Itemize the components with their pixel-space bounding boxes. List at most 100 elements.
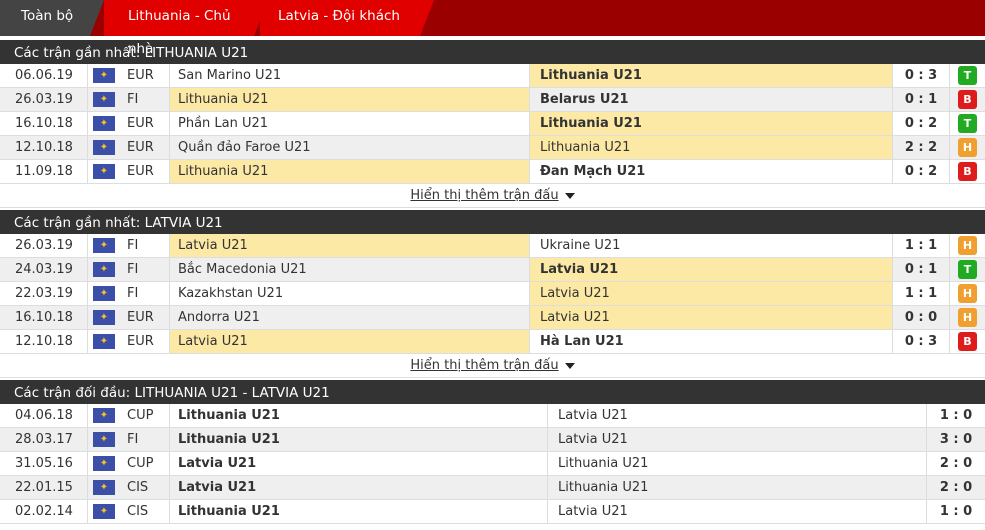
score[interactable]: 0 : 3: [893, 330, 950, 353]
home-team[interactable]: Lithuania U21: [170, 88, 530, 111]
competition[interactable]: EUR: [120, 64, 170, 87]
world-map-icon: ✦: [93, 334, 115, 349]
competition[interactable]: EUR: [120, 136, 170, 159]
away-team[interactable]: Latvia U21: [548, 500, 927, 523]
competition[interactable]: EUR: [120, 112, 170, 135]
score[interactable]: 1 : 0: [927, 404, 985, 427]
match-date: 22.03.19: [0, 282, 88, 305]
home-team[interactable]: Lithuania U21: [170, 404, 548, 427]
score[interactable]: 1 : 0: [927, 500, 985, 523]
score[interactable]: 0 : 2: [893, 112, 950, 135]
score[interactable]: 0 : 0: [893, 306, 950, 329]
table-row[interactable]: 24.03.19 ✦ FI Bắc Macedonia U21 Latvia U21 0 …: [0, 258, 985, 282]
away-team[interactable]: Latvia U21: [548, 404, 927, 427]
score[interactable]: 3 : 0: [927, 428, 985, 451]
world-map-icon: ✦: [93, 408, 115, 423]
home-team[interactable]: Lithuania U21: [170, 160, 530, 183]
away-team[interactable]: Lithuania U21: [548, 476, 927, 499]
score[interactable]: 2 : 0: [927, 452, 985, 475]
result-cell: T: [950, 112, 985, 135]
away-team[interactable]: Belarus U21: [530, 88, 893, 111]
away-team[interactable]: Latvia U21: [530, 282, 893, 305]
competition[interactable]: CUP: [120, 404, 170, 427]
score[interactable]: 1 : 1: [893, 282, 950, 305]
home-team[interactable]: Bắc Macedonia U21: [170, 258, 530, 281]
away-team[interactable]: Latvia U21: [530, 258, 893, 281]
tab-away[interactable]: Latvia - Đội khách: [260, 0, 434, 36]
table-row[interactable]: 26.03.19 ✦ FI Latvia U21 Ukraine U21 1 : 1 H: [0, 234, 985, 258]
result-cell: B: [950, 88, 985, 111]
table-row[interactable]: 06.06.19 ✦ EUR San Marino U21 Lithuania U21 0…: [0, 64, 985, 88]
competition[interactable]: FI: [120, 258, 170, 281]
tab-home[interactable]: Lithuania - Chủ nhà: [104, 0, 268, 57]
home-team[interactable]: Phần Lan U21: [170, 112, 530, 135]
away-team[interactable]: Đan Mạch U21: [530, 160, 893, 183]
table-row[interactable]: 26.03.19 ✦ FI Lithuania U21 Belarus U21 0 : 1…: [0, 88, 985, 112]
table-row[interactable]: 31.05.16 ✦ CUP Latvia U21 Lithuania U21 2 : 0: [0, 452, 985, 476]
table-row[interactable]: 12.10.18 ✦ EUR Quần đảo Faroe U21 Lithuania …: [0, 136, 985, 160]
table-row[interactable]: 28.03.17 ✦ FI Lithuania U21 Latvia U21 3 : 0: [0, 428, 985, 452]
home-team[interactable]: San Marino U21: [170, 64, 530, 87]
score[interactable]: 0 : 1: [893, 258, 950, 281]
competition[interactable]: FI: [120, 234, 170, 257]
caret-down-icon[interactable]: [564, 362, 575, 369]
home-team[interactable]: Latvia U21: [170, 476, 548, 499]
show-more-link[interactable]: Hiển thị thêm trận đấu: [410, 188, 558, 203]
home-team[interactable]: Latvia U21: [170, 330, 530, 353]
competition[interactable]: CUP: [120, 452, 170, 475]
away-team[interactable]: Latvia U21: [548, 428, 927, 451]
competition[interactable]: EUR: [120, 330, 170, 353]
match-date: 28.03.17: [0, 428, 88, 451]
competition[interactable]: FI: [120, 88, 170, 111]
table-row[interactable]: 12.10.18 ✦ EUR Latvia U21 Hà Lan U21 0 : 3 B: [0, 330, 985, 354]
caret-down-icon[interactable]: [564, 192, 575, 199]
away-team[interactable]: Lithuania U21: [548, 452, 927, 475]
score[interactable]: 2 : 0: [927, 476, 985, 499]
table-row[interactable]: 16.10.18 ✦ EUR Andorra U21 Latvia U21 0 : 0 H: [0, 306, 985, 330]
competition[interactable]: EUR: [120, 306, 170, 329]
competition[interactable]: EUR: [120, 160, 170, 183]
competition[interactable]: FI: [120, 428, 170, 451]
result-cell: T: [950, 258, 985, 281]
home-team[interactable]: Lithuania U21: [170, 500, 548, 523]
score[interactable]: 0 : 3: [893, 64, 950, 87]
home-team[interactable]: Latvia U21: [170, 234, 530, 257]
match-tables: Các trận gần nhất: LITHUANIA U21 06.06.19…: [0, 38, 985, 524]
world-map-icon: ✦: [93, 432, 115, 447]
score[interactable]: 0 : 1: [893, 88, 950, 111]
table-row[interactable]: 11.09.18 ✦ EUR Lithuania U21 Đan Mạch U21 0 :…: [0, 160, 985, 184]
competition[interactable]: CIS: [120, 500, 170, 523]
result-badge: H: [958, 284, 977, 303]
table-row[interactable]: 02.02.14 ✦ CIS Lithuania U21 Latvia U21 1 : 0: [0, 500, 985, 524]
world-map-icon: ✦: [93, 68, 115, 83]
away-team[interactable]: Lithuania U21: [530, 136, 893, 159]
score[interactable]: 1 : 1: [893, 234, 950, 257]
home-team[interactable]: Lithuania U21: [170, 428, 548, 451]
away-team[interactable]: Lithuania U21: [530, 64, 893, 87]
away-team[interactable]: Latvia U21: [530, 306, 893, 329]
away-team[interactable]: Lithuania U21: [530, 112, 893, 135]
match-date: 06.06.19: [0, 64, 88, 87]
tab-all[interactable]: Toàn bộ: [0, 0, 104, 36]
flag-cell: ✦: [88, 64, 120, 87]
away-team[interactable]: Hà Lan U21: [530, 330, 893, 353]
competition[interactable]: CIS: [120, 476, 170, 499]
competition[interactable]: FI: [120, 282, 170, 305]
home-team[interactable]: Quần đảo Faroe U21: [170, 136, 530, 159]
table-row[interactable]: 16.10.18 ✦ EUR Phần Lan U21 Lithuania U21 0 :…: [0, 112, 985, 136]
world-map-icon: ✦: [93, 456, 115, 471]
home-team[interactable]: Kazakhstan U21: [170, 282, 530, 305]
score[interactable]: 2 : 2: [893, 136, 950, 159]
world-map-icon: ✦: [93, 238, 115, 253]
table-row[interactable]: 04.06.18 ✦ CUP Lithuania U21 Latvia U21 1 : 0: [0, 404, 985, 428]
table-row[interactable]: 22.01.15 ✦ CIS Latvia U21 Lithuania U21 2 : 0: [0, 476, 985, 500]
home-team[interactable]: Latvia U21: [170, 452, 548, 475]
match-date: 22.01.15: [0, 476, 88, 499]
away-team[interactable]: Ukraine U21: [530, 234, 893, 257]
home-team[interactable]: Andorra U21: [170, 306, 530, 329]
world-map-icon: ✦: [93, 92, 115, 107]
show-more-link[interactable]: Hiển thị thêm trận đấu: [410, 358, 558, 373]
table-row[interactable]: 22.03.19 ✦ FI Kazakhstan U21 Latvia U21 1 : 1…: [0, 282, 985, 306]
score[interactable]: 0 : 2: [893, 160, 950, 183]
match-date: 16.10.18: [0, 112, 88, 135]
